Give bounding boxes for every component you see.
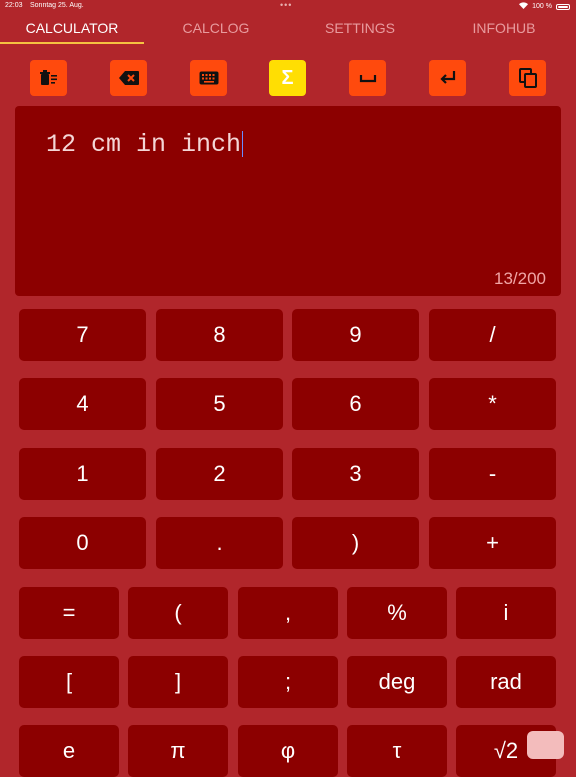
key-rad[interactable]: rad [456,656,556,708]
key-equals[interactable]: = [19,587,119,639]
keyboard-button[interactable] [190,60,227,96]
key-6[interactable]: 6 [292,378,419,430]
clear-all-button[interactable] [30,60,67,96]
key-pi[interactable]: π [128,725,228,777]
key-7[interactable]: 7 [19,309,146,361]
multitask-dots-icon[interactable]: ••• [280,0,292,10]
clear-all-icon [39,69,59,87]
battery-icon [556,3,570,10]
key-phi[interactable]: φ [238,725,338,777]
key-decimal[interactable]: . [156,517,283,569]
expression-value: 12 cm in inch [46,130,242,159]
key-4[interactable]: 4 [19,378,146,430]
backspace-icon [118,70,140,86]
status-right: 100 % [519,2,570,11]
expression-display[interactable]: 12 cm in inch 13/200 [15,106,561,296]
character-counter: 13/200 [494,269,546,288]
tab-calculator[interactable]: CALCULATOR [0,14,144,44]
status-date: Sonntag 25. Aug. [30,2,84,9]
space-icon [359,73,377,83]
key-9[interactable]: 9 [292,309,419,361]
key-deg[interactable]: deg [347,656,447,708]
return-button[interactable] [429,60,466,96]
key-e[interactable]: e [19,725,119,777]
key-close-paren[interactable]: ) [292,517,419,569]
battery-percent: 100 % [532,3,552,10]
key-divide[interactable]: / [429,309,556,361]
expression-text[interactable]: 12 cm in inch [46,130,244,159]
copy-icon [518,68,537,88]
key-5[interactable]: 5 [156,378,283,430]
key-comma[interactable]: , [238,587,338,639]
key-8[interactable]: 8 [156,309,283,361]
copy-button[interactable] [509,60,546,96]
floating-button[interactable] [527,731,564,759]
key-3[interactable]: 3 [292,448,419,500]
key-percent[interactable]: % [347,587,447,639]
key-close-bracket[interactable]: ] [128,656,228,708]
return-icon [439,70,457,86]
key-0[interactable]: 0 [19,517,146,569]
key-tau[interactable]: τ [347,725,447,777]
backspace-button[interactable] [110,60,147,96]
key-plus[interactable]: + [429,517,556,569]
tab-settings[interactable]: SETTINGS [288,14,432,44]
space-button[interactable] [349,60,386,96]
key-1[interactable]: 1 [19,448,146,500]
key-semicolon[interactable]: ; [238,656,338,708]
sigma-button[interactable]: Σ [269,60,306,96]
text-cursor [242,131,244,158]
status-bar: 22:03 Sonntag 25. Aug. ••• 100 % [0,0,576,12]
status-time: 22:03 [5,2,23,9]
key-imaginary[interactable]: i [456,587,556,639]
sigma-icon: Σ [281,66,294,89]
tab-infohub[interactable]: INFOHUB [432,14,576,44]
toolbar: Σ [0,60,576,96]
key-open-bracket[interactable]: [ [19,656,119,708]
key-minus[interactable]: - [429,448,556,500]
tab-bar: CALCULATOR CALCLOG SETTINGS INFOHUB [0,14,576,44]
keyboard-icon [199,71,219,85]
key-open-paren[interactable]: ( [128,587,228,639]
key-multiply[interactable]: * [429,378,556,430]
tab-calclog[interactable]: CALCLOG [144,14,288,44]
wifi-icon [519,2,529,11]
key-2[interactable]: 2 [156,448,283,500]
